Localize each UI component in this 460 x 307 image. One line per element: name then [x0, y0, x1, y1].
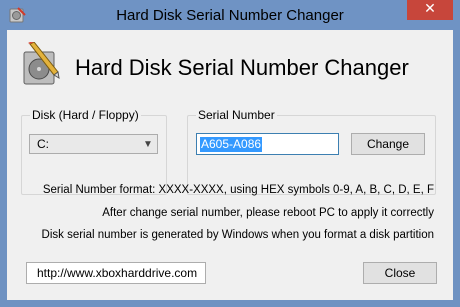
info-reboot: After change serial number, please reboo… [102, 207, 434, 219]
info-windows: Disk serial number is generated by Windo… [41, 229, 434, 241]
chevron-down-icon: ▼ [143, 138, 153, 150]
disk-group-label: Disk (Hard / Floppy) [30, 108, 141, 122]
website-link[interactable]: http://www.xboxharddrive.com [26, 262, 206, 284]
window-title: Hard Disk Serial Number Changer [116, 7, 344, 24]
hard-disk-pencil-icon [23, 42, 60, 85]
serial-group-label: Serial Number [196, 108, 277, 122]
close-button[interactable]: Close [363, 262, 437, 284]
app-title: Hard Disk Serial Number Changer [75, 55, 409, 80]
info-format: Serial Number format: XXXX-XXXX, using H… [42, 184, 434, 196]
disk-select-value: C: [37, 137, 49, 151]
serial-number-input[interactable]: A605-A086 [196, 133, 339, 155]
app-window: Hard Disk Serial Number Changer ✕ Hard D… [0, 0, 460, 307]
title-bar: Hard Disk Serial Number Changer ✕ [0, 0, 460, 30]
disk-select[interactable]: C: ▼ [29, 134, 158, 154]
change-button[interactable]: Change [351, 133, 425, 155]
disk-group: Disk (Hard / Floppy) C: ▼ [21, 108, 167, 195]
serial-group: Serial Number A605-A086 Change [187, 108, 436, 195]
client-area: Hard Disk Serial Number Changer Disk (Ha… [7, 30, 453, 300]
serial-number-value: A605-A086 [200, 136, 263, 152]
window-close-button[interactable]: ✕ [407, 0, 453, 20]
